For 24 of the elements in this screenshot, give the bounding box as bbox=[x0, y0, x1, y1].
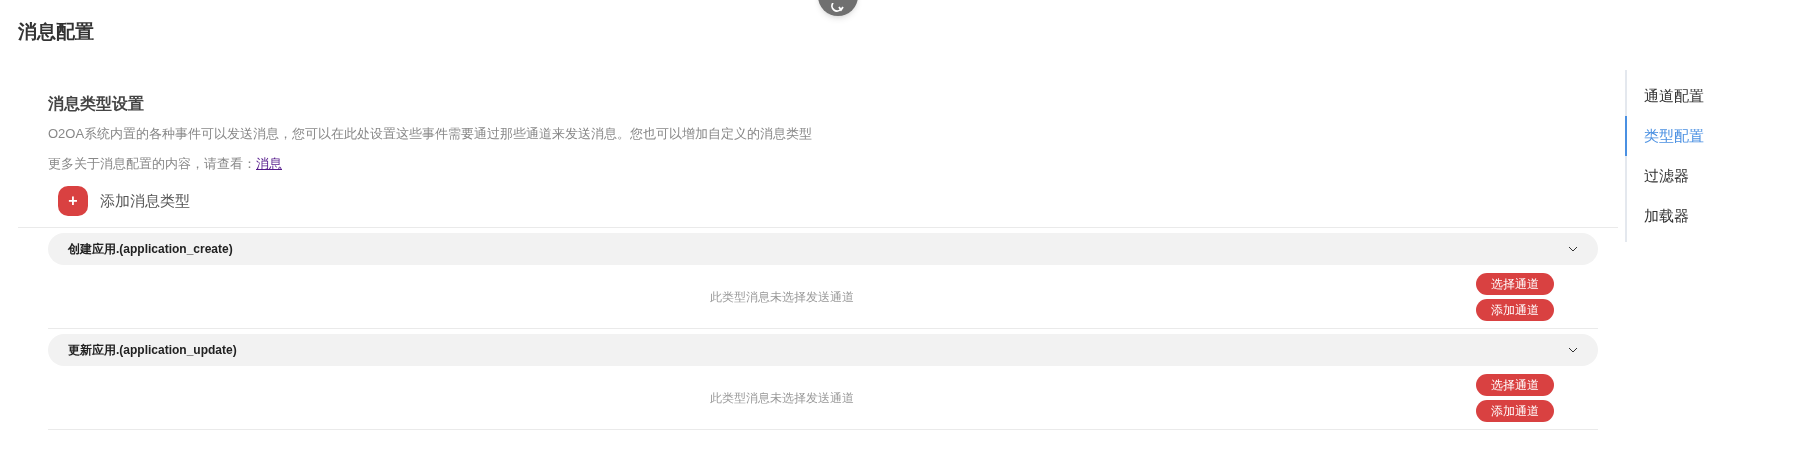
add-button[interactable]: + bbox=[58, 186, 88, 216]
type-title: 更新应用.(application_update) bbox=[68, 342, 237, 359]
chevron-icon bbox=[1568, 246, 1578, 252]
refresh-icon bbox=[831, 3, 845, 13]
section-title: 消息类型设置 bbox=[48, 94, 144, 114]
type-header[interactable]: 更新应用.(application_update) bbox=[48, 334, 1598, 366]
channel-button[interactable]: 添加通道 bbox=[1476, 298, 1554, 321]
nav-item[interactable]: 加载器 bbox=[1625, 196, 1765, 236]
add-type-label: 添加消息类型 bbox=[100, 190, 190, 211]
more-info-text: 更多关于消息配置的内容，请查看： bbox=[48, 154, 256, 173]
nav-item[interactable]: 过滤器 bbox=[1625, 156, 1765, 196]
empty-channel-text: 此类型消息未选择发送通道 bbox=[710, 389, 854, 407]
message-link[interactable]: 消息 bbox=[256, 153, 282, 173]
type-header[interactable]: 创建应用.(application_create) bbox=[48, 233, 1598, 265]
nav-item[interactable]: 通道配置 bbox=[1625, 76, 1765, 116]
page-title: 消息配置 bbox=[18, 20, 94, 44]
channel-button[interactable]: 选择通道 bbox=[1476, 373, 1554, 396]
channel-button[interactable]: 选择通道 bbox=[1476, 272, 1554, 295]
channel-button[interactable]: 添加通道 bbox=[1476, 399, 1554, 422]
chevron-icon bbox=[1568, 347, 1578, 353]
section-description: O2OA系统内置的各种事件可以发送消息，您可以在此处设置这些事件需要通过那些通道来发送消息。您也可以增加自定义的消息类型 bbox=[48, 125, 813, 143]
nav-item[interactable]: 类型配置 bbox=[1625, 116, 1765, 156]
empty-channel-text: 此类型消息未选择发送通道 bbox=[710, 288, 854, 306]
type-title: 创建应用.(application_create) bbox=[68, 241, 233, 258]
